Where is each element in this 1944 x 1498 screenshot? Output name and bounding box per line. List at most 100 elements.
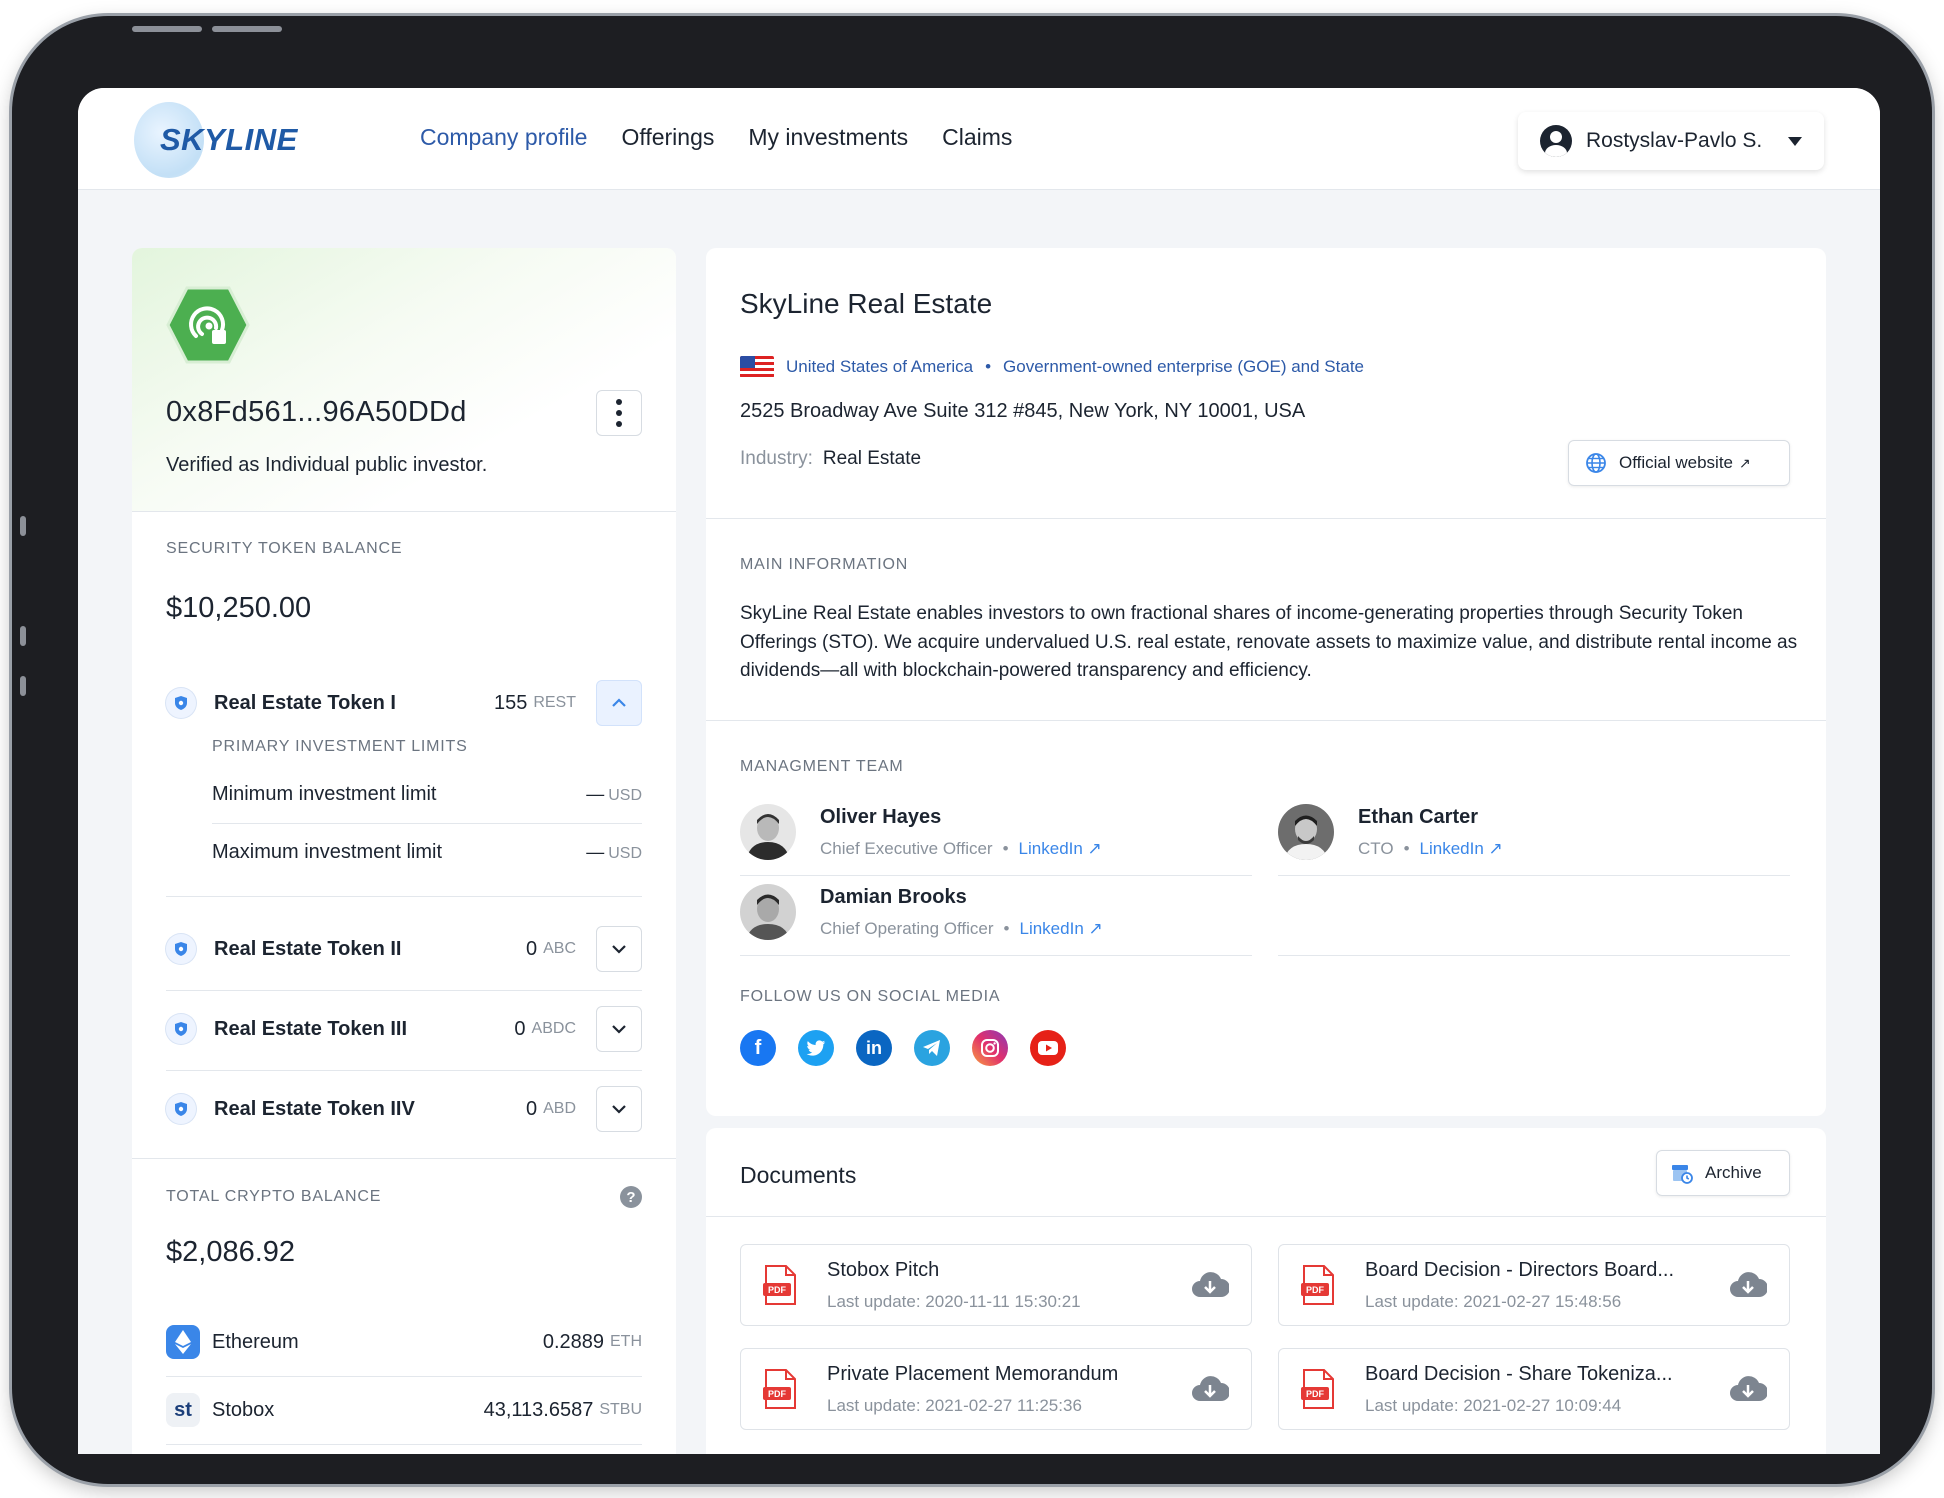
- crypto-name: Ethereum: [212, 1330, 299, 1353]
- industry-label: Industry:: [740, 448, 813, 469]
- expand-button[interactable]: [596, 1086, 642, 1132]
- document-card[interactable]: PDF Board Decision - Directors Board... …: [1278, 1244, 1790, 1326]
- nav-offerings[interactable]: Offerings: [621, 124, 714, 151]
- token-name: Real Estate Token IIV: [214, 1097, 415, 1120]
- archive-icon: [1672, 1165, 1693, 1184]
- top-navigation-bar: SKYLINE Company profile Offerings My inv…: [78, 88, 1880, 190]
- telegram-icon[interactable]: [914, 1030, 950, 1066]
- token-row[interactable]: Real Estate Token II 0 ABC: [166, 926, 642, 972]
- skyline-logo[interactable]: SKYLINE: [134, 102, 304, 178]
- crypto-unit: STBU: [599, 1401, 642, 1418]
- caret-down-icon: [1788, 136, 1802, 146]
- chevron-up-icon: [612, 698, 626, 707]
- member-name: Damian Brooks: [820, 886, 967, 908]
- expand-button[interactable]: [596, 926, 642, 972]
- document-date: Last update: 2020-11-11 15:30:21: [827, 1291, 1081, 1311]
- linkedin-icon[interactable]: in: [856, 1030, 892, 1066]
- user-avatar-icon: [1540, 125, 1572, 157]
- official-website-button[interactable]: Official website ↗: [1568, 440, 1790, 486]
- user-menu-button[interactable]: Rostyslav-Pavlo S.: [1518, 112, 1824, 170]
- limit-row: Minimum investment limit — USD: [212, 774, 642, 814]
- security-balance-total: $10,250.00: [166, 592, 312, 624]
- token-row[interactable]: Real Estate Token I 155 REST: [166, 680, 642, 726]
- external-link-icon: ↗: [1739, 454, 1751, 471]
- more-options-button[interactable]: [596, 390, 642, 436]
- linkedin-link[interactable]: LinkedIn ↗: [1420, 839, 1503, 858]
- separator-dot: •: [985, 357, 992, 376]
- twitter-icon[interactable]: [798, 1030, 834, 1066]
- limit-value: —: [586, 841, 605, 862]
- crypto-row[interactable]: st Stobox 43,113.6587 STBU: [166, 1390, 642, 1430]
- limit-value: —: [586, 783, 605, 804]
- crypto-balance-total: $2,086.92: [166, 1236, 296, 1268]
- hardware-button: [132, 26, 202, 32]
- social-icons: f in: [740, 1030, 1066, 1066]
- document-card[interactable]: PDF Private Placement Memorandum Last up…: [740, 1348, 1252, 1430]
- document-date: Last update: 2021-02-27 11:25:36: [827, 1395, 1082, 1415]
- wallet-header: 0x8Fd561...96A50DDd Verified as Individu…: [132, 248, 676, 512]
- member-name: Ethan Carter: [1358, 806, 1479, 828]
- token-amount: 0: [525, 937, 538, 960]
- team-member: Damian Brooks Chief Operating Officer • Li…: [740, 884, 1252, 956]
- token-row[interactable]: Real Estate Token III 0 ABDC: [166, 1006, 642, 1052]
- shield-icon: [166, 1094, 196, 1124]
- cloud-download-icon[interactable]: [1191, 1270, 1229, 1300]
- limit-unit: USD: [608, 844, 642, 862]
- instagram-icon[interactable]: [972, 1030, 1008, 1066]
- token-amount: 155: [493, 691, 528, 714]
- documents-panel: Documents Archive PDF Stobox Pitch Last …: [706, 1128, 1826, 1454]
- nav-my-investments[interactable]: My investments: [748, 124, 908, 151]
- company-profile-panel: SkyLine Real Estate United States of Ame…: [706, 248, 1826, 1116]
- pdf-file-icon: PDF: [1301, 1369, 1334, 1409]
- linkedin-link[interactable]: LinkedIn ↗: [1019, 839, 1102, 858]
- company-country[interactable]: United States of America: [786, 357, 973, 377]
- cloud-download-icon[interactable]: [1729, 1270, 1767, 1300]
- limit-unit: USD: [608, 786, 642, 804]
- document-name: Board Decision - Share Tokeniza...: [1365, 1362, 1673, 1385]
- facebook-icon[interactable]: f: [740, 1030, 776, 1066]
- token-row[interactable]: Real Estate Token IIV 0 ABD: [166, 1086, 642, 1132]
- document-card[interactable]: PDF Board Decision - Share Tokeniza... L…: [1278, 1348, 1790, 1430]
- hardware-button: [20, 516, 26, 536]
- ethereum-icon: [166, 1325, 200, 1359]
- collapse-button[interactable]: [596, 680, 642, 726]
- nav-claims[interactable]: Claims: [942, 124, 1012, 151]
- member-name: Oliver Hayes: [820, 806, 942, 828]
- crypto-balance-label: TOTAL CRYPTO BALANCE: [166, 1188, 382, 1205]
- divider: [706, 720, 1826, 721]
- company-address: 2525 Broadway Ave Suite 312 #845, New Yo…: [740, 400, 1306, 422]
- chevron-down-icon: [612, 1105, 626, 1114]
- main-info-label: MAIN INFORMATION: [740, 556, 909, 573]
- divider: [706, 518, 1826, 519]
- team-member: Oliver Hayes Chief Executive Officer • Lin…: [740, 804, 1252, 876]
- svg-text:PDF: PDF: [768, 1389, 787, 1399]
- divider: [1278, 955, 1790, 956]
- expand-button[interactable]: [596, 1006, 642, 1052]
- cloud-download-icon[interactable]: [1729, 1374, 1767, 1404]
- nav-company-profile[interactable]: Company profile: [420, 124, 587, 151]
- token-unit: ABD: [543, 1100, 576, 1117]
- logo-text: SKYLINE: [160, 122, 298, 157]
- document-card[interactable]: PDF Stobox Pitch Last update: 2020-11-11…: [740, 1244, 1252, 1326]
- shield-icon: [166, 1014, 196, 1044]
- token-amount: 0: [514, 1017, 526, 1040]
- website-label: Official website: [1619, 453, 1734, 472]
- globe-icon: [1586, 453, 1606, 473]
- crypto-row[interactable]: Ethereum 0.2889 ETH: [166, 1322, 642, 1362]
- member-role: Chief Executive Officer: [820, 839, 993, 858]
- member-role: CTO: [1358, 839, 1394, 858]
- token-unit: ABDC: [531, 1020, 576, 1037]
- hardware-button: [212, 26, 282, 32]
- archive-button[interactable]: Archive: [1656, 1150, 1790, 1196]
- wallet-address: 0x8Fd561...96A50DDd: [166, 396, 467, 428]
- help-icon[interactable]: ?: [620, 1186, 642, 1208]
- verification-status: Verified as Individual public investor.: [166, 454, 488, 476]
- token-name: Real Estate Token I: [214, 691, 396, 714]
- chevron-down-icon: [612, 1025, 626, 1034]
- main-nav: Company profile Offerings My investments…: [420, 124, 1012, 151]
- linkedin-link[interactable]: LinkedIn ↗: [1020, 919, 1103, 938]
- cloud-download-icon[interactable]: [1191, 1374, 1229, 1404]
- youtube-icon[interactable]: [1030, 1030, 1066, 1066]
- svg-text:PDF: PDF: [1306, 1285, 1325, 1295]
- company-type[interactable]: Government-owned enterprise (GOE) and St…: [1003, 357, 1364, 377]
